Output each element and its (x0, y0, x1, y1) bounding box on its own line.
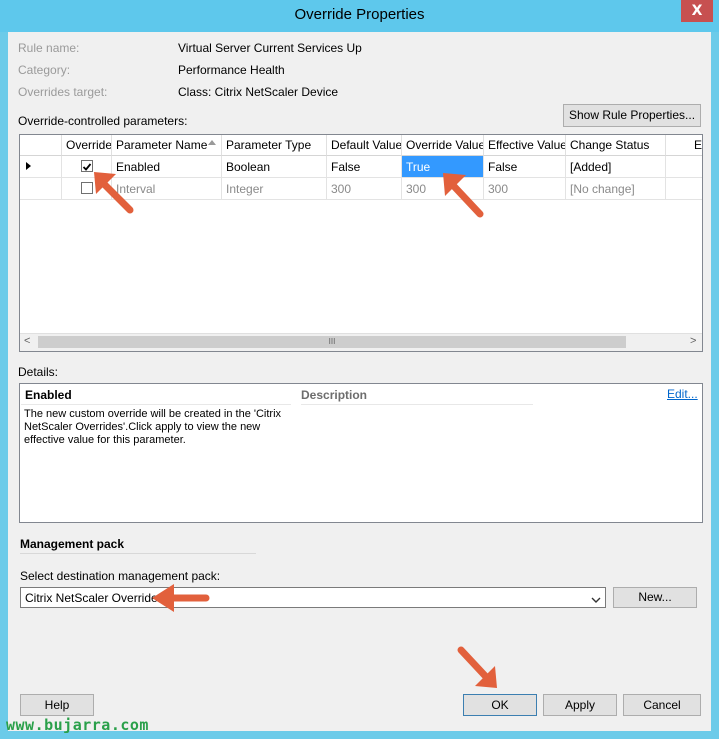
column-header-effective-value[interactable]: Effective Value (484, 135, 566, 156)
ok-button[interactable]: OK (463, 694, 537, 716)
management-pack-selected-value: Citrix NetScaler Overrides (25, 591, 164, 605)
column-header-enforced[interactable]: En (666, 135, 702, 156)
sort-ascending-icon (208, 140, 216, 145)
annotation-arrow-icon (443, 173, 484, 218)
details-panel: Enabled Description Edit... The new cust… (19, 383, 703, 523)
column-header-override[interactable]: Override (62, 135, 112, 156)
dialog-body: Rule name: Virtual Server Current Servic… (8, 32, 711, 731)
chevron-down-icon[interactable] (591, 593, 601, 607)
column-header-parameter-name[interactable]: Parameter Name (112, 135, 222, 156)
management-pack-select[interactable]: Citrix NetScaler Overrides (20, 587, 606, 608)
help-button[interactable]: Help (20, 694, 94, 716)
row-header-corner (20, 135, 62, 156)
close-button[interactable]: X (681, 0, 713, 22)
column-header-parameter-type[interactable]: Parameter Type (222, 135, 327, 156)
details-parameter-name: Enabled (25, 388, 72, 402)
column-header-label: Parameter Name (116, 138, 208, 152)
overrides-target-label: Overrides target: (18, 85, 108, 99)
rule-name-value: Virtual Server Current Services Up (178, 41, 362, 55)
annotation-arrow-icon (94, 172, 134, 214)
default-value-cell[interactable]: False (327, 156, 402, 178)
enforced-cell[interactable] (666, 156, 702, 178)
horizontal-scrollbar[interactable]: < III > (20, 333, 702, 351)
cancel-button[interactable]: Cancel (623, 694, 701, 716)
watermark: www.bujarra.com (6, 716, 149, 734)
management-pack-title: Management pack (20, 537, 125, 551)
select-pack-label: Select destination management pack: (20, 569, 221, 583)
scroll-thumb[interactable]: III (38, 336, 626, 348)
parameters-label: Override-controlled parameters: (18, 114, 188, 128)
row-header[interactable] (20, 156, 62, 178)
apply-button[interactable]: Apply (543, 694, 617, 716)
enforced-cell[interactable] (666, 178, 702, 200)
details-divider (21, 404, 291, 405)
annotation-arrow-icon (152, 584, 210, 612)
window-title: Override Properties (294, 6, 425, 23)
description-divider (301, 404, 533, 405)
new-management-pack-button[interactable]: New... (613, 587, 697, 608)
parameter-type-cell[interactable]: Integer (222, 178, 327, 200)
details-label: Details: (18, 365, 59, 379)
parameters-grid: Override Parameter Name Parameter Type D… (19, 134, 703, 352)
column-header-default-value[interactable]: Default Value (327, 135, 402, 156)
title-bar: Override Properties X (0, 0, 719, 32)
effective-value-cell[interactable]: False (484, 156, 566, 178)
edit-link[interactable]: Edit... (667, 387, 698, 401)
show-rule-properties-button[interactable]: Show Rule Properties... (563, 104, 701, 127)
column-header-override-value[interactable]: Override Value (402, 135, 484, 156)
current-row-icon (26, 162, 31, 170)
row-header[interactable] (20, 178, 62, 200)
parameter-type-cell[interactable]: Boolean (222, 156, 327, 178)
effective-value-cell[interactable]: 300 (484, 178, 566, 200)
change-status-cell[interactable]: [Added] (566, 156, 666, 178)
details-description-header: Description (301, 388, 368, 402)
scroll-left-icon[interactable]: < (24, 335, 30, 347)
category-value: Performance Health (178, 63, 285, 77)
overrides-target-value: Class: Citrix NetScaler Device (178, 85, 339, 99)
category-label: Category: (18, 63, 71, 77)
management-pack-divider (20, 553, 256, 554)
rule-name-label: Rule name: (18, 41, 80, 55)
change-status-cell[interactable]: [No change] (566, 178, 666, 200)
scroll-right-icon[interactable]: > (690, 335, 696, 347)
annotation-arrow-icon (457, 646, 497, 688)
default-value-cell[interactable]: 300 (327, 178, 402, 200)
details-text: The new custom override will be created … (24, 408, 282, 446)
column-header-change-status[interactable]: Change Status (566, 135, 666, 156)
